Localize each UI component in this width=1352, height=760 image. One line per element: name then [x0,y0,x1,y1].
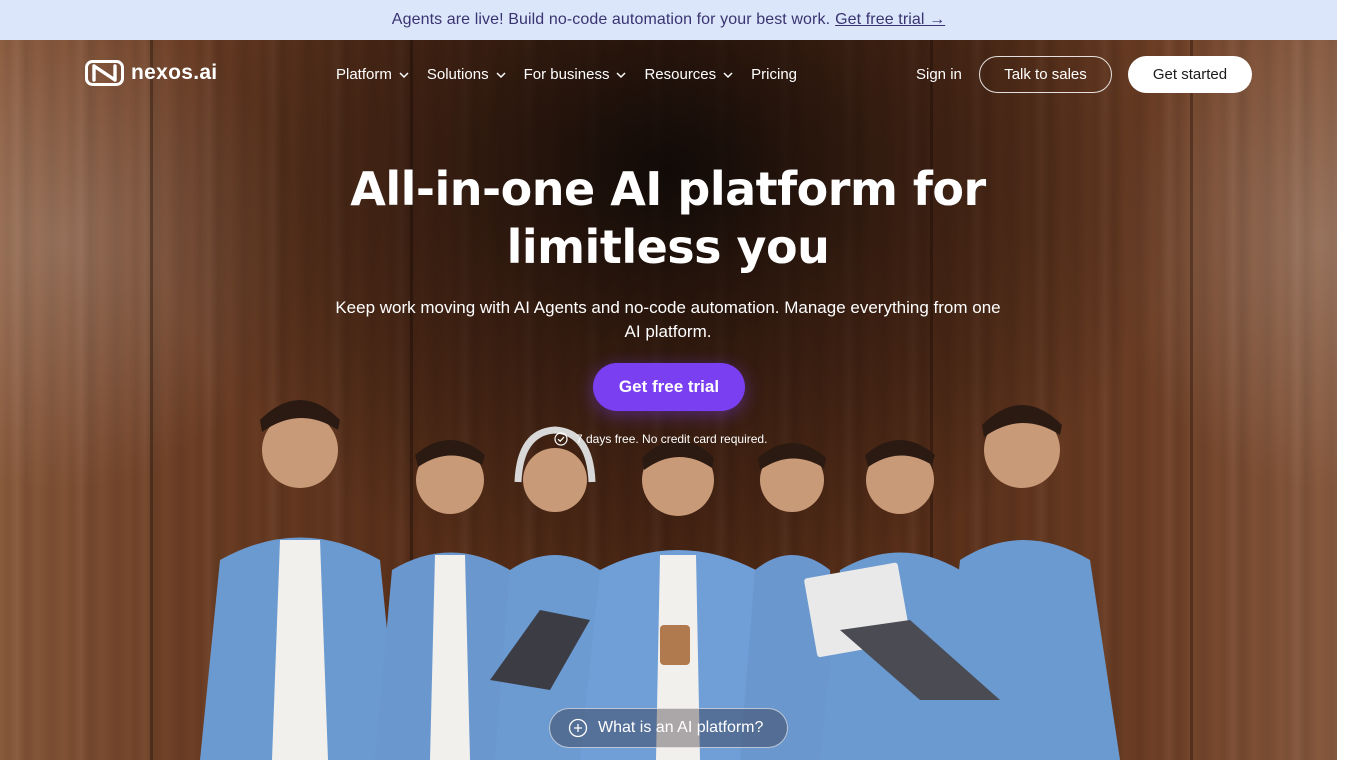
nav-item-resources[interactable]: Resources [644,66,734,83]
what-is-ai-platform-button[interactable]: What is an AI platform? [549,708,788,748]
nav-item-solutions[interactable]: Solutions [427,66,507,83]
get-free-trial-button[interactable]: Get free trial [593,363,745,411]
nav-menu: Platform Solutions For business Resource… [336,66,814,83]
person-figure [200,400,1120,760]
hero-section: nexos.ai Platform Solutions For business… [0,40,1337,760]
chevron-down-icon [616,71,626,78]
trial-note: 7 days free. No credit card required. [554,432,767,446]
page-scrollbar[interactable] [1337,0,1352,760]
hero-subtitle: Keep work moving with AI Agents and no-c… [318,296,1018,344]
logo[interactable]: nexos.ai [85,60,217,86]
nav-item-label: Pricing [751,66,798,83]
nav-item-label: Platform [336,66,392,83]
hero-people-illustration [200,400,1120,760]
hero-headline: All-in-one AI platform for limitless you [268,160,1068,276]
wood-panel-seam [1190,40,1193,760]
chevron-down-icon [399,71,409,78]
main-nav: nexos.ai Platform Solutions For business… [0,56,1337,94]
nav-item-label: Resources [644,66,717,83]
chevron-down-icon [723,71,733,78]
announcement-bar: Agents are live! Build no-code automatio… [0,0,1337,40]
nav-item-label: For business [523,66,610,83]
headline-line-1: All-in-one AI platform for [350,162,986,216]
nav-item-pricing[interactable]: Pricing [751,66,797,83]
logo-text: nexos.ai [131,61,218,84]
headline-line-2: limitless you [506,220,830,274]
announcement-text: Agents are live! Build no-code automatio… [391,11,831,28]
nav-item-platform[interactable]: Platform [336,66,410,83]
subtitle-line-1: Keep work moving with AI Agents and no-c… [335,298,1001,317]
talk-to-sales-button[interactable]: Talk to sales [979,56,1112,93]
sign-in-link[interactable]: Sign in [916,66,962,83]
nexos-logo-icon [85,60,124,86]
nav-item-label: Solutions [426,66,489,83]
subtitle-line-2: AI platform. [624,322,712,341]
announcement-trial-link[interactable]: Get free trial → [835,11,945,29]
trial-note-text: 7 days free. No credit card required. [576,432,768,446]
chevron-down-icon [496,71,506,78]
plus-circle-icon [568,718,588,738]
get-started-button[interactable]: Get started [1128,56,1252,93]
wood-panel-seam [150,40,153,760]
check-circle-icon [554,432,568,446]
nav-item-for-business[interactable]: For business [524,66,628,83]
what-is-ai-platform-label: What is an AI platform? [598,719,764,736]
